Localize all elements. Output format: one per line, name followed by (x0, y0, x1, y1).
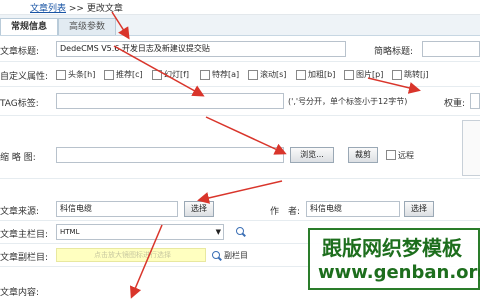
genban-watermark: 跟版网织梦模板 www.genban.org (308, 228, 480, 290)
watermark-url-text: www.genban.org (318, 262, 480, 283)
arrow-to-browse (205, 116, 287, 155)
arrow-to-tag (113, 45, 205, 97)
arrow-to-content (129, 224, 163, 299)
arrow-to-title (111, 11, 130, 40)
watermark-cn-text: 跟版网织梦模板 (322, 236, 462, 260)
arrow-to-source (197, 180, 283, 204)
arrow-to-weight (367, 77, 421, 94)
